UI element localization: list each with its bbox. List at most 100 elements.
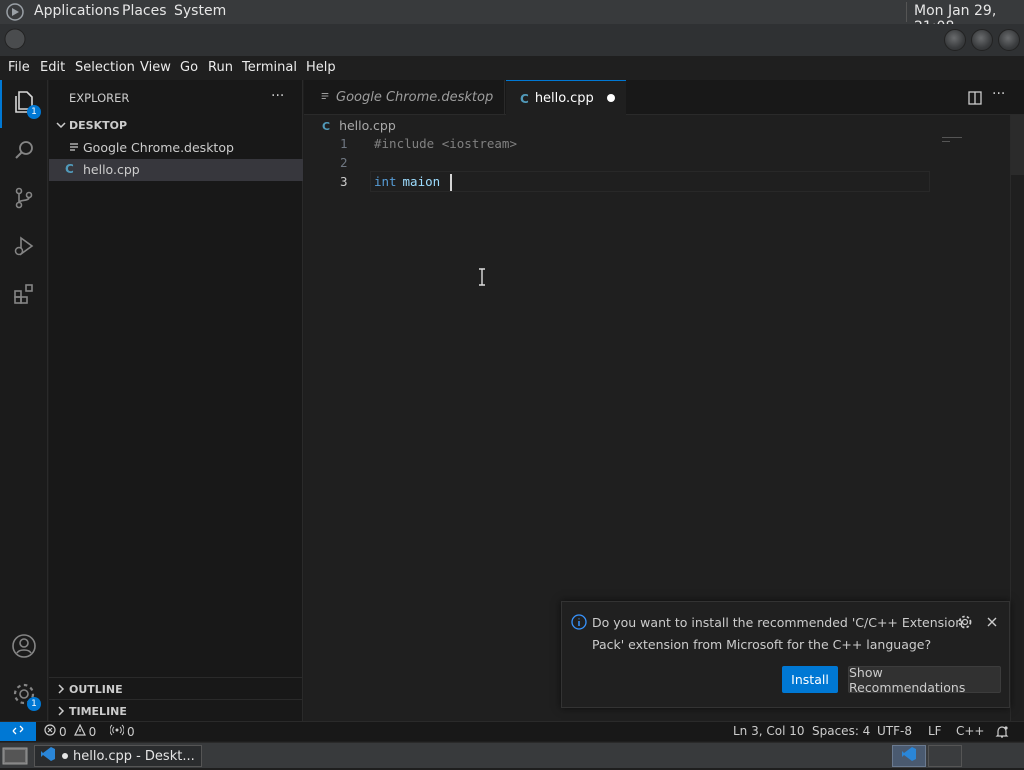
tab-google-chrome-desktop[interactable]: Google Chrome.desktop (304, 80, 505, 115)
notification-message-line1: Do you want to install the recommended '… (592, 615, 964, 630)
line-number: 1 (340, 136, 348, 151)
file-item-hello-cpp[interactable]: C hello.cpp (49, 159, 303, 181)
menu-edit[interactable]: Edit (40, 60, 65, 75)
text-file-icon (68, 141, 80, 156)
divider (906, 2, 907, 22)
tab-label: Google Chrome.desktop (336, 90, 494, 105)
search-activity-button[interactable] (0, 128, 48, 176)
file-label: Google Chrome.desktop (83, 140, 234, 155)
code-editor[interactable]: 1 2 3 #include <iostream> int maion (304, 134, 994, 204)
breadcrumb-file: hello.cpp (339, 118, 396, 133)
chevron-down-icon (55, 119, 67, 134)
cpp-file-icon: C (520, 91, 529, 106)
applications-menu[interactable]: Applications (34, 3, 120, 19)
line-number-active: 3 (340, 174, 348, 189)
text-file-icon (320, 90, 330, 105)
source-control-icon (12, 186, 36, 214)
show-desktop-icon[interactable] (2, 746, 28, 770)
folder-header-desktop[interactable]: DESKTOP (49, 116, 303, 136)
maximize-button[interactable] (971, 29, 993, 51)
source-control-activity-button[interactable] (0, 176, 48, 224)
broadcast-icon (109, 724, 125, 739)
warning-icon (73, 723, 86, 739)
system-top-bar: Applications Places System Mon Jan 29, 2… (0, 0, 1024, 35)
menu-terminal[interactable]: Terminal (242, 60, 297, 75)
status-bar: 0 0 0 Ln 3, Col 10 Spaces: 4 UTF-8 LF C+… (0, 721, 1024, 741)
system-menu[interactable]: System (174, 3, 226, 19)
remote-indicator-button[interactable] (0, 722, 36, 741)
extension-recommendation-notification: Do you want to install the recommended '… (561, 601, 1010, 708)
menu-run[interactable]: Run (208, 60, 233, 75)
vscode-icon (40, 746, 56, 766)
taskbar-window-title: hello.cpp - Deskt... (73, 748, 195, 764)
workspace-2[interactable] (928, 745, 962, 767)
editor-more-actions-button[interactable]: ··· (992, 86, 1005, 102)
menu-go[interactable]: Go (180, 60, 198, 75)
tab-label: hello.cpp (534, 91, 594, 106)
editor-tabs: Google Chrome.desktop C hello.cpp ··· (304, 80, 1024, 116)
file-item-google-chrome-desktop[interactable]: Google Chrome.desktop (49, 137, 303, 159)
error-count: 0 (59, 724, 67, 739)
install-button[interactable]: Install (782, 666, 838, 693)
minimap[interactable] (942, 137, 962, 143)
menu-help[interactable]: Help (306, 60, 336, 75)
close-window-button[interactable] (998, 29, 1020, 51)
menu-bar: File Edit Selection View Go Run Terminal… (0, 56, 1024, 80)
language-mode[interactable]: C++ (956, 724, 985, 738)
modified-dot-icon[interactable] (607, 94, 615, 102)
code-keyword: int (374, 174, 397, 189)
warning-count: 0 (88, 724, 97, 739)
explorer-sidebar: EXPLORER ··· DESKTOP Google Chrome.deskt… (49, 80, 303, 721)
taskbar-window-button[interactable]: hello.cpp - Deskt... (34, 745, 202, 767)
window-title-bar[interactable] (0, 24, 1024, 56)
current-line-highlight (370, 171, 930, 192)
close-icon[interactable] (985, 615, 999, 632)
code-line-1: #include <iostream> (374, 136, 517, 151)
places-menu[interactable]: Places (122, 3, 167, 19)
workspace-switcher[interactable] (892, 745, 926, 767)
indentation[interactable]: Spaces: 4 (812, 724, 870, 738)
encoding[interactable]: UTF-8 (877, 724, 912, 738)
outline-section-header[interactable]: OUTLINE (49, 677, 303, 699)
notification-settings-gear-icon[interactable] (957, 614, 973, 633)
vertical-scrollbar[interactable] (1010, 115, 1024, 721)
problems-indicator[interactable]: 0 0 (44, 723, 97, 739)
manage-activity-button[interactable]: 1 (0, 672, 48, 720)
menu-selection[interactable]: Selection (75, 60, 135, 75)
ports-count: 0 (127, 724, 135, 739)
explorer-activity-button[interactable]: 1 (0, 80, 48, 128)
modified-dot-icon (62, 753, 68, 759)
split-editor-icon[interactable] (968, 90, 982, 109)
timeline-label: TIMELINE (69, 705, 127, 718)
chevron-right-icon (55, 683, 67, 698)
folder-name: DESKTOP (69, 119, 128, 132)
explorer-badge: 1 (27, 105, 41, 119)
cursor-position[interactable]: Ln 3, Col 10 (733, 724, 805, 738)
minimize-button[interactable] (944, 29, 966, 51)
menu-view[interactable]: View (140, 60, 171, 75)
end-of-line[interactable]: LF (928, 724, 942, 738)
extensions-activity-button[interactable] (0, 272, 48, 320)
show-recommendations-button[interactable]: Show Recommendations (848, 665, 1001, 695)
timeline-section-header[interactable]: TIMELINE (49, 699, 303, 721)
manage-badge: 1 (27, 697, 41, 711)
notifications-bell-icon[interactable] (995, 725, 1009, 742)
i-beam-cursor-icon (478, 268, 486, 290)
tab-hello-cpp[interactable]: C hello.cpp (506, 80, 626, 116)
window-menu-icon[interactable] (4, 28, 26, 54)
error-icon (44, 724, 56, 739)
remote-icon (12, 724, 24, 739)
code-identifier: maion (395, 174, 441, 189)
applications-logo-icon[interactable] (6, 3, 24, 25)
accounts-activity-button[interactable] (0, 624, 48, 672)
explorer-title: EXPLORER (69, 91, 130, 105)
info-icon (571, 614, 587, 633)
run-debug-activity-button[interactable] (0, 224, 48, 272)
breadcrumb[interactable]: C hello.cpp (322, 118, 396, 133)
cpp-file-icon: C (322, 120, 331, 133)
ports-indicator[interactable]: 0 (109, 724, 135, 739)
menu-file[interactable]: File (8, 60, 30, 75)
cpp-file-icon: C (65, 162, 74, 176)
explorer-more-actions-button[interactable]: ··· (271, 88, 284, 104)
taskbar: hello.cpp - Deskt... (0, 742, 1024, 768)
